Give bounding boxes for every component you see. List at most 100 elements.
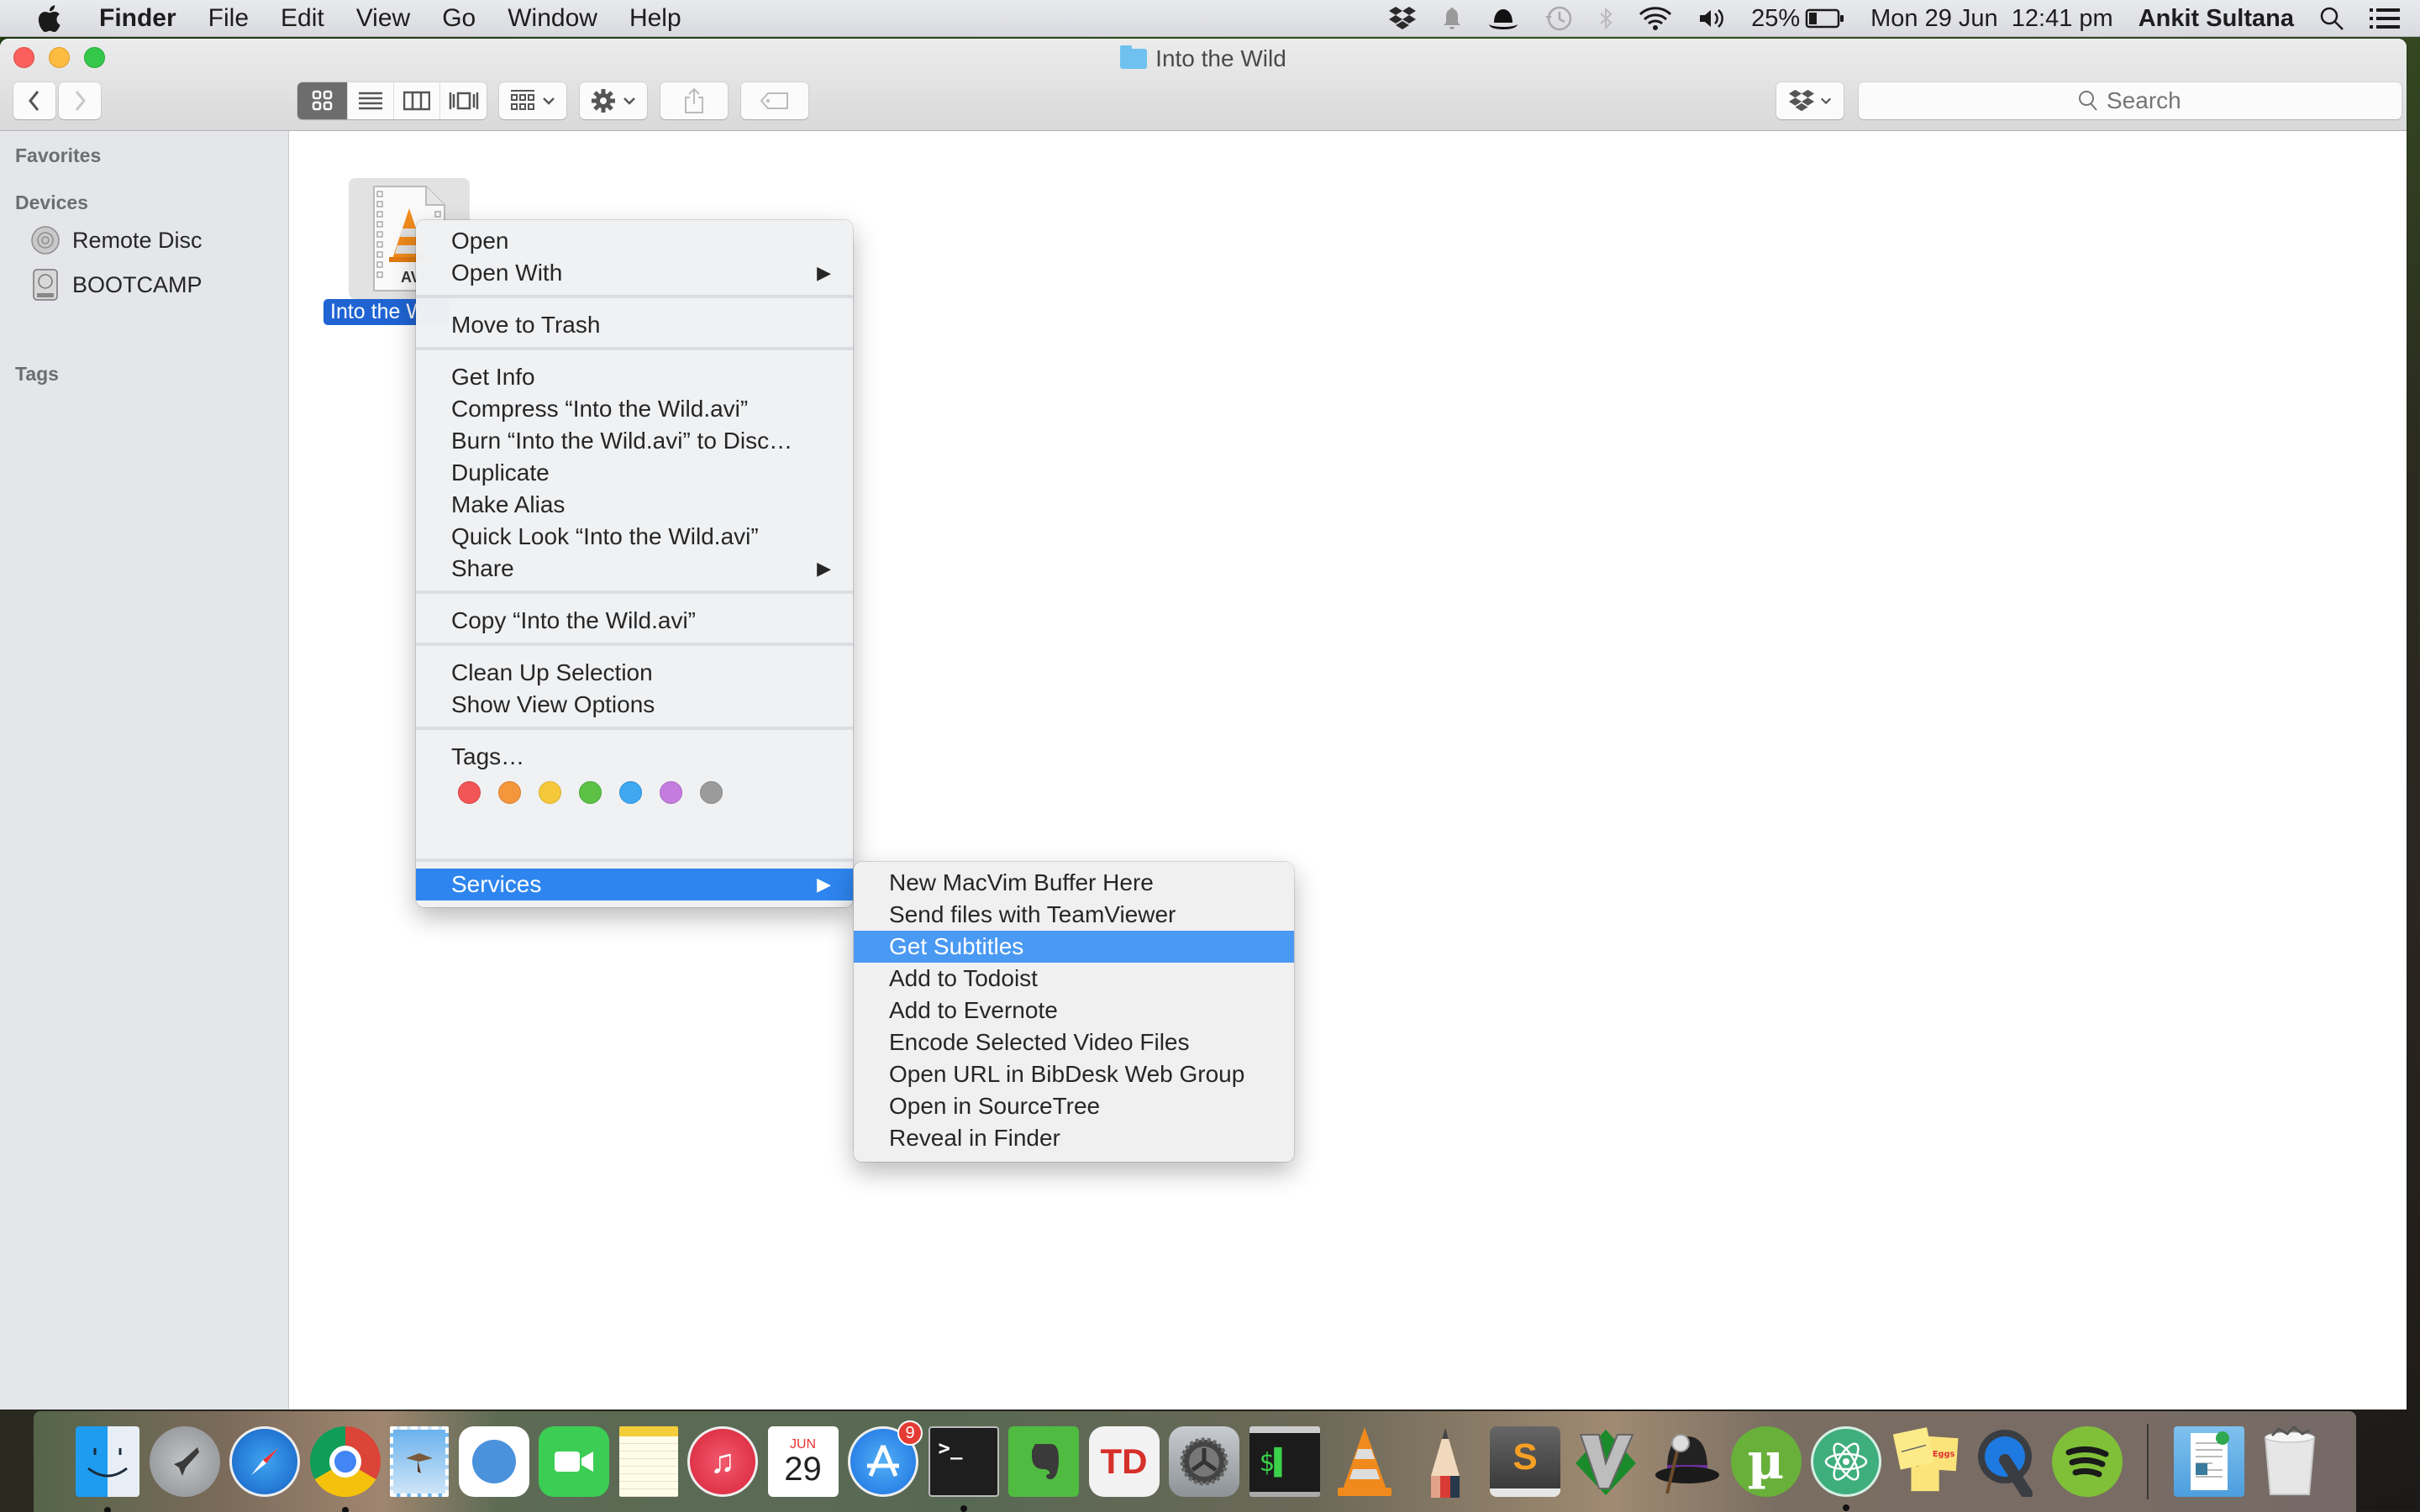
menu-help[interactable]: Help — [629, 4, 681, 33]
apple-menu-icon[interactable] — [32, 4, 66, 33]
notification-center-icon[interactable] — [2370, 0, 2400, 37]
menu-item-duplicate[interactable]: Duplicate — [416, 457, 853, 489]
tag-blue[interactable] — [619, 781, 642, 804]
action-button[interactable] — [580, 82, 647, 119]
wifi-icon[interactable] — [1639, 0, 1672, 37]
tag-red[interactable] — [458, 781, 481, 804]
search-field[interactable] — [1859, 82, 2402, 119]
menu-item-quick-look[interactable]: Quick Look “Into the Wild.avi” — [416, 521, 853, 553]
search-input[interactable] — [2107, 87, 2182, 114]
back-button[interactable] — [13, 82, 55, 119]
dropbox-icon[interactable] — [1388, 0, 1417, 37]
tag-yellow[interactable] — [539, 781, 561, 804]
time-machine-icon[interactable] — [1544, 0, 1573, 37]
dock-safari-icon[interactable] — [229, 1426, 300, 1497]
icon-view-button[interactable] — [297, 82, 348, 119]
dock-atom-icon[interactable] — [1811, 1426, 1881, 1511]
menu-item-open[interactable]: Open — [416, 225, 853, 257]
sidebar-section-favorites[interactable]: Favorites — [15, 144, 101, 167]
menu-item-tags[interactable]: Tags… — [416, 741, 853, 773]
dock-finder-icon[interactable] — [76, 1426, 139, 1512]
dock-facetime-icon[interactable] — [539, 1426, 609, 1497]
service-get-subtitles[interactable]: Get Subtitles — [854, 931, 1294, 963]
service-send-teamviewer[interactable]: Send files with TeamViewer — [854, 899, 1294, 931]
dock-app-store-icon[interactable]: 9 — [848, 1420, 923, 1497]
service-add-to-evernote[interactable]: Add to Evernote — [854, 995, 1294, 1026]
service-new-macvim-buffer[interactable]: New MacVim Buffer Here — [854, 867, 1294, 899]
dock-vlc-icon[interactable] — [1329, 1426, 1400, 1497]
service-add-to-todoist[interactable]: Add to Todoist — [854, 963, 1294, 995]
tag-green[interactable] — [579, 781, 602, 804]
menu-file[interactable]: File — [208, 4, 249, 33]
volume-icon[interactable] — [1697, 0, 1726, 37]
menu-view[interactable]: View — [356, 4, 410, 33]
share-button[interactable] — [660, 82, 728, 119]
battery-percent[interactable]: 25% — [1751, 5, 1800, 33]
menu-item-copy[interactable]: Copy “Into the Wild.avi” — [416, 605, 853, 637]
dropbox-toolbar-button[interactable] — [1776, 82, 1844, 119]
menu-item-move-to-trash[interactable]: Move to Trash — [416, 309, 853, 341]
cover-flow-button[interactable] — [440, 82, 487, 119]
arrange-button[interactable] — [499, 82, 566, 119]
dock-system-preferences-icon[interactable] — [1169, 1426, 1239, 1497]
edit-tags-button[interactable] — [741, 82, 808, 119]
battery-icon[interactable] — [1805, 0, 1845, 37]
notification-bell-icon[interactable] — [1442, 0, 1462, 37]
user-name[interactable]: Ankit Sultana — [2139, 5, 2294, 33]
service-open-sourcetree[interactable]: Open in SourceTree — [854, 1090, 1294, 1122]
menu-item-burn[interactable]: Burn “Into the Wild.avi” to Disc… — [416, 425, 853, 457]
dock-iterm-icon[interactable]: $▌ — [1249, 1426, 1320, 1497]
service-encode-video[interactable]: Encode Selected Video Files — [854, 1026, 1294, 1058]
dock-todoist-icon[interactable]: TD — [1088, 1426, 1160, 1497]
dock-sublime-text-icon[interactable]: S — [1490, 1426, 1560, 1497]
menu-item-share[interactable]: Share ▶ — [416, 553, 853, 585]
dock-trash-icon[interactable] — [2254, 1425, 2325, 1497]
bowler-hat-icon[interactable] — [1487, 0, 1519, 37]
dock-stickies-icon[interactable]: Eggs — [1891, 1426, 1962, 1497]
service-open-url-bibdesk[interactable]: Open URL in BibDesk Web Group — [854, 1058, 1294, 1090]
tag-gray[interactable] — [700, 781, 723, 804]
dock-documents-folder-icon[interactable] — [2174, 1426, 2244, 1497]
dock-macvim-icon[interactable] — [1570, 1426, 1641, 1497]
menu-finder[interactable]: Finder — [99, 4, 176, 33]
dock-spotify-icon[interactable] — [2051, 1426, 2123, 1497]
dock-launchpad-icon[interactable] — [149, 1426, 220, 1497]
sidebar-item-bootcamp[interactable]: BOOTCAMP — [30, 268, 203, 302]
sidebar-section-tags[interactable]: Tags — [15, 363, 59, 386]
menu-item-open-with[interactable]: Open With ▶ — [416, 257, 853, 289]
dock-utorrent-icon[interactable]: µ — [1730, 1426, 1802, 1497]
menu-item-compress[interactable]: Compress “Into the Wild.avi” — [416, 393, 853, 425]
dock-simplenote-icon[interactable] — [458, 1426, 529, 1497]
dock-quicktime-icon[interactable] — [1971, 1426, 2042, 1497]
menu-item-make-alias[interactable]: Make Alias — [416, 489, 853, 521]
menu-item-get-info[interactable]: Get Info — [416, 361, 853, 393]
bluetooth-icon[interactable] — [1598, 0, 1613, 37]
dock-chrome-icon[interactable] — [309, 1426, 381, 1512]
menu-item-clean-up-selection[interactable]: Clean Up Selection — [416, 657, 853, 689]
menu-item-label: Add to Todoist — [889, 965, 1038, 991]
dock-notes-icon[interactable] — [618, 1426, 678, 1497]
menu-edit[interactable]: Edit — [281, 4, 324, 33]
columns-icon — [403, 91, 430, 111]
service-reveal-in-finder[interactable]: Reveal in Finder — [854, 1122, 1294, 1154]
dock-evernote-icon[interactable] — [1008, 1426, 1079, 1497]
tag-purple[interactable] — [660, 781, 682, 804]
menu-go[interactable]: Go — [442, 4, 476, 33]
dock-pencil-icon[interactable] — [1410, 1426, 1481, 1498]
clock[interactable]: Mon 29 Jun 12:41 pm — [1870, 5, 2113, 33]
dock-calendar-icon[interactable]: JUN 29 — [767, 1426, 839, 1497]
menu-item-services[interactable]: Services ▶ — [416, 869, 853, 900]
dock-alfred-icon[interactable] — [1650, 1426, 1721, 1497]
menu-item-show-view-options[interactable]: Show View Options — [416, 689, 853, 721]
forward-button[interactable] — [59, 82, 101, 119]
sidebar-section-devices[interactable]: Devices — [15, 192, 88, 214]
menu-window[interactable]: Window — [508, 4, 597, 33]
sidebar-item-remote-disc[interactable]: Remote Disc — [30, 225, 203, 255]
dock-mail-icon[interactable] — [390, 1426, 449, 1497]
dock-itunes-icon[interactable]: ♫ — [687, 1426, 758, 1497]
spotlight-search-icon[interactable] — [2319, 0, 2344, 37]
column-view-button[interactable] — [394, 82, 440, 119]
tag-orange[interactable] — [498, 781, 521, 804]
dock-terminal-icon[interactable]: >_ — [928, 1426, 999, 1512]
list-view-button[interactable] — [348, 82, 394, 119]
